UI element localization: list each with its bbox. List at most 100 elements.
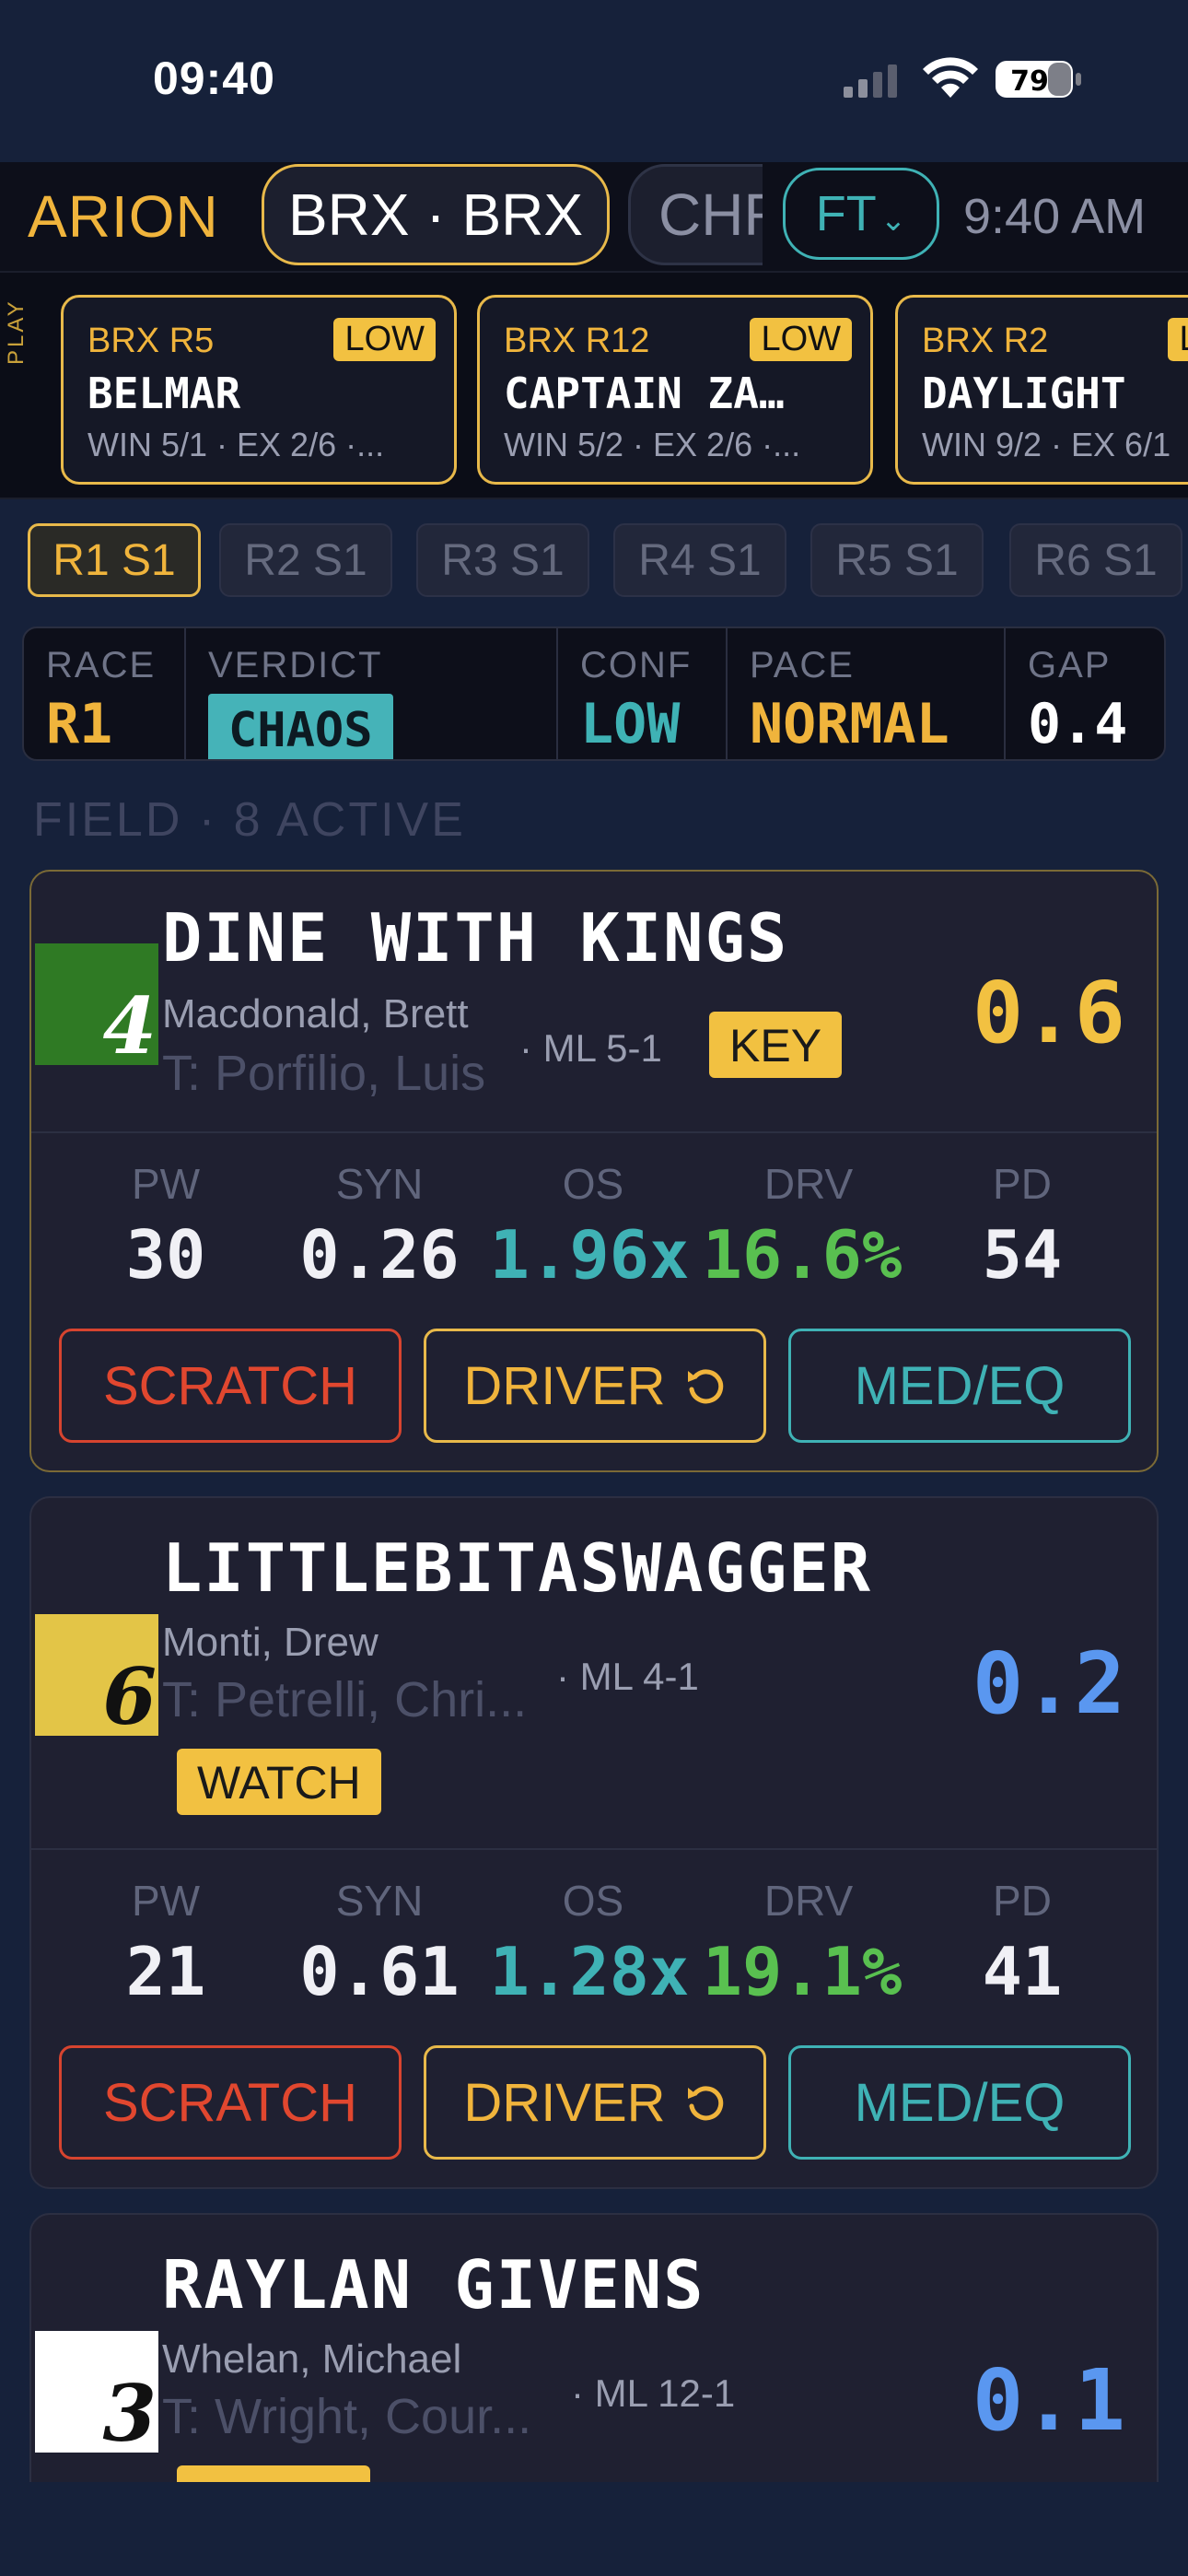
trainer: T: Porfilio, Luis [162, 1046, 486, 1101]
cellular-signal-icon [844, 64, 897, 98]
verdict-badge: CHAOS [208, 694, 393, 759]
saddle-cloth: 3 [35, 2331, 158, 2453]
tab-r6[interactable]: R6 S1 [1009, 523, 1182, 597]
metric-pd: 41 [982, 1933, 1063, 2010]
nav-clock: 9:40 AM [963, 189, 1147, 244]
tab-r4[interactable]: R4 S1 [613, 523, 786, 597]
morning-line: · ML 5-1 [519, 1026, 662, 1070]
horse-card[interactable]: LITTLEBITASWAGGER 6 Monti, Drew T: Petre… [29, 1496, 1159, 2189]
rotate-ccw-icon [687, 2086, 723, 2121]
driver-label: DRIVER [463, 1355, 666, 1416]
tab-r5[interactable]: R5 S1 [810, 523, 984, 597]
metric-label-pd: PD [993, 1877, 1052, 1925]
metric-pw: 30 [125, 1216, 206, 1294]
trainer: T: Petrelli, Chri... [162, 1672, 528, 1727]
jockey: Monti, Drew [162, 1620, 379, 1665]
rotate-ccw-icon [687, 1369, 723, 1404]
horse-name: RAYLAN GIVENS [162, 2246, 705, 2324]
scratch-button[interactable]: SCRATCH [59, 2045, 402, 2160]
pick-odds: WIN 5/2 · EX 2/6 ·... [504, 426, 801, 463]
battery-icon: 79 [996, 61, 1081, 98]
summary-conf-value: LOW [580, 692, 681, 756]
summary-pace-label: PACE [750, 645, 855, 685]
picks-side-label: PLAY [4, 299, 29, 365]
driver-button[interactable]: DRIVER [424, 1329, 766, 1443]
pick-odds: WIN 5/1 · EX 2/6 ·... [87, 426, 385, 463]
driver-button[interactable]: DRIVER [424, 2045, 766, 2160]
summary-gap: GAP 0.4 [1006, 628, 1164, 759]
morning-line: · ML 4-1 [556, 1655, 699, 1698]
pick-track: BRX R2 [922, 322, 1049, 360]
summary-pace: PACE NORMAL [728, 628, 1004, 759]
tab-r3[interactable]: R3 S1 [416, 523, 589, 597]
morning-line: · ML 12-1 [571, 2371, 736, 2415]
jockey: Whelan, Michael [162, 2336, 462, 2382]
race-tabs: R1 S1 R2 S1 R3 S1 R4 S1 R5 S1 R6 S1 [0, 501, 1188, 615]
metric-os: 1.28x [489, 1933, 690, 2010]
metric-label-syn: SYN [335, 1160, 424, 1208]
watch-badge: WATCH [177, 1749, 381, 1815]
summary-conf-label: CONF [580, 645, 693, 685]
summary-race-value: R1 [46, 692, 113, 756]
metric-label-syn: SYN [335, 1877, 424, 1925]
summary-race-label: RACE [46, 645, 157, 685]
saddle-cloth: 4 [35, 943, 158, 1065]
top-nav: ARION BRX · BRX CHR FT ⌄ 9:40 AM [0, 162, 1188, 271]
picks-carousel[interactable]: PLAY BRX R5 LOW BELMAR WIN 5/1 · EX 2/6 … [0, 271, 1188, 499]
divider [31, 1848, 1157, 1850]
metric-syn: 0.26 [299, 1216, 460, 1294]
pick-horse: BELMAR [87, 369, 241, 418]
battery-level: 79 [1010, 65, 1049, 98]
horse-score: 0.1 [972, 2351, 1125, 2450]
summary-verdict-label: VERDICT [208, 645, 383, 685]
app-brand: ARION [28, 183, 219, 250]
tab-r1[interactable]: R1 S1 [28, 523, 201, 597]
summary-verdict: VERDICT CHAOS [186, 628, 578, 759]
status-bar: 09:40 79 [0, 0, 1188, 162]
metric-pd: 54 [982, 1216, 1063, 1294]
horse-score: 0.6 [972, 964, 1125, 1062]
pick-confidence-badge: LOW [1168, 318, 1188, 361]
pick-confidence-badge: LOW [750, 318, 852, 361]
trainer: T: Wright, Cour... [162, 2389, 532, 2444]
summary-pace-value: NORMAL [750, 692, 949, 756]
horse-name: DINE WITH KINGS [162, 899, 789, 977]
summary-race: RACE R1 [24, 628, 184, 759]
mode-dropdown[interactable]: FT ⌄ [783, 168, 939, 260]
med-eq-label: MED/EQ [854, 2072, 1066, 2133]
metric-pw: 21 [125, 1933, 206, 2010]
metric-label-os: OS [562, 1160, 624, 1208]
med-eq-button[interactable]: MED/EQ [788, 1329, 1131, 1443]
metric-syn: 0.61 [299, 1933, 460, 2010]
status-time: 09:40 [153, 53, 275, 104]
horse-name: LITTLEBITASWAGGER [162, 1529, 872, 1607]
scratch-label: SCRATCH [102, 1355, 358, 1416]
divider [31, 1131, 1157, 1133]
horse-card[interactable]: DINE WITH KINGS 4 Macdonald, Brett T: Po… [29, 870, 1159, 1472]
pick-horse: CAPTAIN ZA… [504, 369, 785, 418]
metric-label-drv: DRV [763, 1877, 854, 1925]
metric-label-os: OS [562, 1877, 624, 1925]
pick-card[interactable]: BRX R5 LOW BELMAR WIN 5/1 · EX 2/6 ·... [61, 295, 457, 485]
pick-confidence-badge: LOW [333, 318, 436, 361]
metric-drv: 19.1% [702, 1933, 903, 2010]
summary-gap-label: GAP [1028, 645, 1112, 685]
tab-r2[interactable]: R2 S1 [219, 523, 392, 597]
scratch-button[interactable]: SCRATCH [59, 1329, 402, 1443]
jockey: Macdonald, Brett [162, 991, 469, 1036]
saddle-cloth: 6 [35, 1614, 158, 1736]
horse-score: 0.2 [972, 1634, 1125, 1733]
mode-label: FT [815, 186, 877, 241]
track-pill-brx[interactable]: BRX · BRX [262, 164, 610, 265]
bottom-safe-area [0, 2482, 1188, 2576]
med-eq-button[interactable]: MED/EQ [788, 2045, 1131, 2160]
metric-os: 1.96x [489, 1216, 690, 1294]
metric-label-pd: PD [993, 1160, 1052, 1208]
summary-conf: CONF LOW [558, 628, 724, 759]
med-eq-label: MED/EQ [854, 1355, 1066, 1416]
race-summary: RACE R1 VERDICT CHAOS CONF LOW PACE NORM… [22, 626, 1166, 761]
chevron-down-icon: ⌄ [879, 203, 907, 238]
pick-card[interactable]: BRX R12 LOW CAPTAIN ZA… WIN 5/2 · EX 2/6… [477, 295, 873, 485]
metric-label-drv: DRV [763, 1160, 854, 1208]
pick-card[interactable]: BRX R2 LOW DAYLIGHT WIN 9/2 · EX 6/1 [895, 295, 1188, 485]
